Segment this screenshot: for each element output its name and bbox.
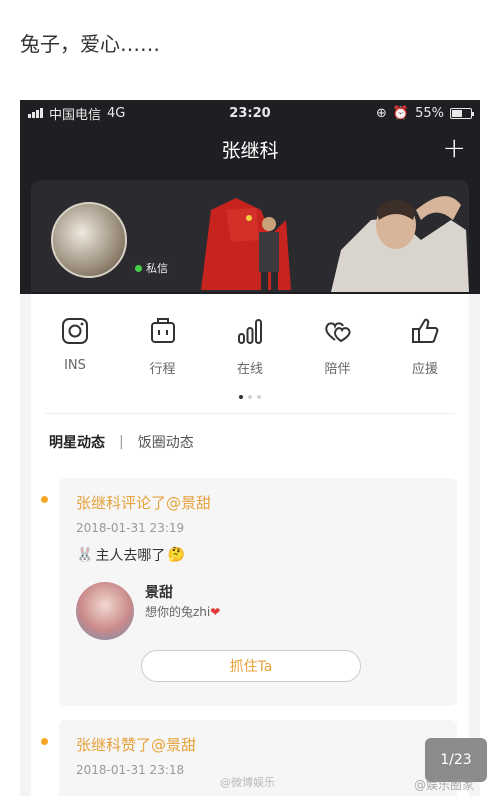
private-message-button[interactable]: 私信 — [129, 258, 176, 278]
battery-percent: 55% — [415, 105, 444, 121]
support-button[interactable]: 应援 — [395, 316, 455, 377]
timeline-dot — [41, 496, 48, 503]
calendar-icon — [150, 318, 175, 343]
banner-background: 私信 — [20, 172, 480, 294]
battery-icon — [450, 107, 474, 119]
ins-button[interactable]: INS — [45, 316, 105, 377]
user-message: 想你的兔zhi❤ — [145, 605, 221, 619]
hearts-icon — [324, 322, 351, 343]
alarm-icon: ⏰ — [392, 105, 410, 121]
online-label: 在线 — [236, 362, 263, 377]
instagram-icon — [62, 318, 88, 344]
phone-screenshot: 中国电信 4G 23:20 ⊕ ⏰ 55% 张继科 + 私信 INS 行程 在线… — [20, 100, 480, 796]
watermark-center: @微博娱乐 — [220, 776, 275, 789]
ins-label: INS — [64, 358, 86, 373]
app-header: 张继科 + — [20, 126, 480, 172]
banner-photo — [181, 180, 469, 292]
feed-text: 🐰 主人去哪了 🤔 — [76, 545, 185, 565]
tab-separator: | — [119, 434, 124, 450]
schedule-button[interactable]: 行程 — [133, 316, 193, 377]
rabbit-icon: 🐰 — [76, 547, 94, 563]
add-button[interactable]: + — [443, 134, 466, 162]
status-bar: 中国电信 4G 23:20 ⊕ ⏰ 55% — [20, 100, 480, 126]
feed-comment: 主人去哪了 — [95, 548, 166, 564]
network-label: 4G — [107, 105, 126, 121]
page-title: 张继科 — [221, 139, 279, 162]
status-time: 23:20 — [229, 105, 271, 121]
page-dot-active — [239, 395, 243, 399]
tab-star-updates[interactable]: 明星动态 — [49, 432, 105, 452]
heart-icon: ❤ — [210, 605, 221, 619]
timeline-dot — [41, 738, 48, 745]
thinking-face-icon: 🤔 — [167, 547, 185, 563]
feed-item[interactable]: 张继科评论了@景甜 2018-01-31 23:19 🐰 主人去哪了 🤔 景甜 … — [59, 478, 457, 706]
user-name[interactable]: 景甜 — [145, 582, 173, 602]
page-indicator — [31, 395, 469, 399]
companion-label: 陪伴 — [324, 362, 351, 377]
user-avatar[interactable] — [76, 582, 134, 640]
signal-bars-icon — [238, 319, 262, 344]
rotation-lock-icon: ⊕ — [376, 105, 387, 121]
watermark-right: @娱乐圈家 — [414, 778, 475, 792]
online-button[interactable]: 在线 — [220, 316, 280, 377]
feed-time: 2018-01-31 23:18 — [76, 763, 185, 777]
page-dot — [248, 395, 252, 399]
online-dot-icon — [135, 264, 142, 272]
feed-title[interactable]: 张继科评论了@景甜 — [76, 492, 211, 513]
star-banner: 私信 — [31, 180, 469, 292]
page-dot — [257, 395, 261, 399]
private-message-label: 私信 — [146, 262, 168, 275]
grab-ta-button[interactable]: 抓住Ta — [141, 650, 361, 682]
feature-icons: INS 行程 在线 陪伴 应援 — [31, 294, 469, 377]
carrier-label: 中国电信 — [49, 107, 102, 123]
feed-title[interactable]: 张继科赞了@景甜 — [76, 734, 196, 755]
schedule-label: 行程 — [149, 362, 176, 377]
star-avatar[interactable] — [51, 202, 127, 278]
thumbs-up-icon — [412, 318, 439, 343]
companion-button[interactable]: 陪伴 — [308, 316, 368, 377]
support-label: 应援 — [411, 362, 438, 377]
tab-fan-updates[interactable]: 饭圈动态 — [138, 432, 194, 452]
star-card: INS 行程 在线 陪伴 应援 明星动态 | 饭圈动态 张继科评论了@景甜 20… — [31, 294, 469, 796]
feed-time: 2018-01-31 23:19 — [76, 521, 185, 535]
feed-tabs: 明星动态 | 饭圈动态 — [31, 414, 469, 452]
signal-icon — [28, 108, 43, 118]
post-caption: 兔子，爱心…… — [20, 32, 160, 56]
